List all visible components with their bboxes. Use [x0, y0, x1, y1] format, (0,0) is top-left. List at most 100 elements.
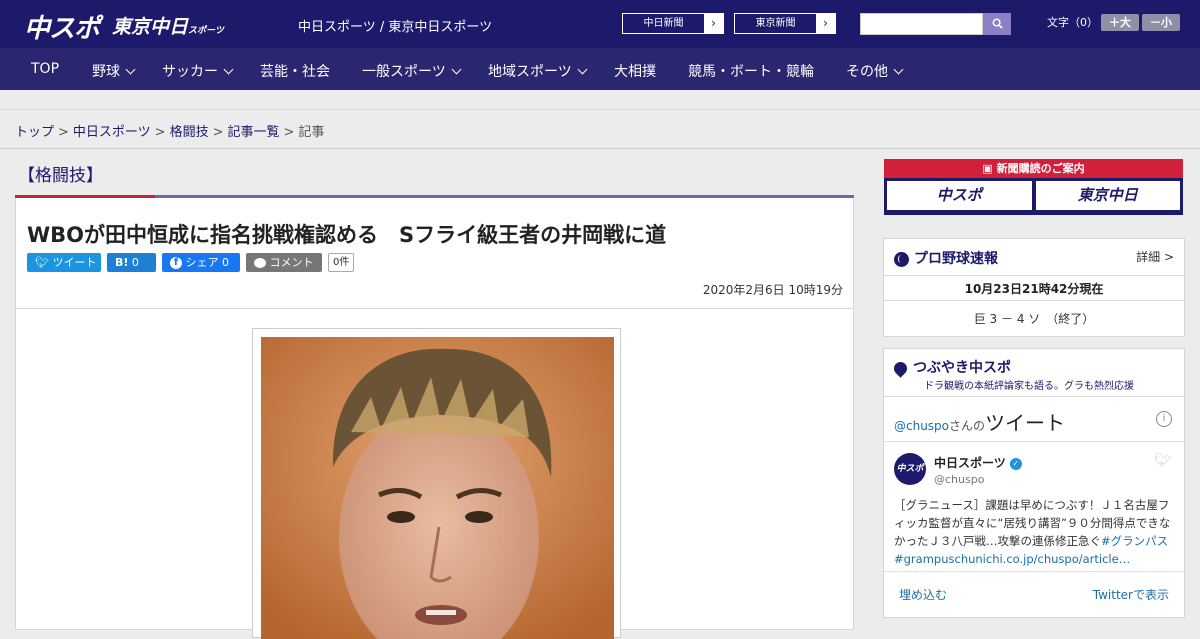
- tweets-handle-heading: @chuspoさんのツイート: [894, 407, 1065, 436]
- category-label[interactable]: 【格闘技】: [18, 161, 103, 186]
- breadcrumb-current: 記事: [298, 125, 325, 140]
- verified-icon: ✓: [1009, 457, 1022, 470]
- nav-label: 芸能・社会: [260, 64, 330, 80]
- chevron-down-icon: [223, 64, 234, 75]
- chevron-down-icon: [577, 64, 588, 75]
- megaphone-icon: [891, 358, 910, 378]
- nav-label: その他: [846, 64, 888, 80]
- nav-label: 大相撲: [614, 64, 656, 80]
- nav-label: サッカー: [162, 64, 218, 80]
- chuspo-subscribe-logo[interactable]: 中スポ: [887, 181, 1032, 210]
- search-button[interactable]: [983, 13, 1011, 35]
- breadcrumb-martial-arts[interactable]: 格闘技: [170, 125, 209, 140]
- nav-item-local-sports[interactable]: 地域スポーツ: [488, 61, 588, 81]
- comment-label: コメント: [269, 256, 314, 269]
- font-size-label: 文字（0）: [1047, 16, 1098, 29]
- nav-item-entertainment[interactable]: 芸能・社会: [260, 61, 330, 81]
- chevron-right-icon: ›: [704, 14, 723, 33]
- tokyo-shimbun-link[interactable]: 東京新聞 ›: [734, 13, 836, 34]
- facebook-count: 0: [222, 256, 229, 269]
- tweet-link[interactable]: #grampuschunichi.co.jp/chuspo/article…: [894, 552, 1130, 566]
- twitter-bird-icon[interactable]: 🐦︎: [1154, 453, 1172, 469]
- nav-item-baseball[interactable]: 野球: [92, 61, 136, 81]
- tweet-button[interactable]: 🐦︎ ツイート: [27, 253, 101, 272]
- divider: [884, 396, 1184, 397]
- nav-item-top[interactable]: TOP: [31, 61, 59, 77]
- breadcrumb-article-list[interactable]: 記事一覧: [228, 125, 280, 140]
- tokyo-chunichi-logo[interactable]: 東京中日スポーツ: [112, 12, 224, 39]
- tokyo-chunichi-subscribe-logo[interactable]: 東京中日: [1035, 181, 1180, 210]
- facebook-share-button[interactable]: f シェア 0: [162, 253, 240, 272]
- article-divider: [16, 308, 853, 309]
- tweets-heading: ツイート: [985, 411, 1066, 435]
- portrait-illustration: [261, 337, 614, 639]
- search-input[interactable]: [860, 13, 983, 35]
- chevron-down-icon: [893, 64, 904, 75]
- breadcrumb-separator: >: [58, 125, 69, 140]
- font-bigger-button[interactable]: ＋大: [1101, 14, 1139, 31]
- divider: [884, 571, 1184, 572]
- article-photo[interactable]: [261, 337, 614, 639]
- tweets-title-text: つぶやき中スポ: [913, 360, 1011, 376]
- view-on-twitter-link[interactable]: Twitterで表示: [1093, 586, 1169, 603]
- breadcrumb: トップ > 中日スポーツ > 格闘技 > 記事一覧 > 記事: [15, 121, 324, 140]
- font-smaller-button[interactable]: －小: [1142, 14, 1180, 31]
- hatena-count: 0: [131, 256, 139, 269]
- account-name-text: 中日スポーツ: [934, 456, 1006, 470]
- nav-label: 地域スポーツ: [488, 64, 572, 80]
- comment-count: 0件: [328, 253, 355, 272]
- tokyo-logo-text: 東京中日: [112, 16, 189, 38]
- tokyo-shimbun-label: 東京新聞: [755, 18, 796, 29]
- hatena-icon: B!: [115, 256, 129, 269]
- tweets-handle-link[interactable]: @chuspo: [894, 419, 949, 433]
- avatar[interactable]: 中スポ: [894, 453, 926, 485]
- hatena-bookmark-button[interactable]: B! 0: [107, 253, 156, 272]
- tweet-hashtag[interactable]: #グランパス: [1101, 534, 1168, 548]
- chevron-right-icon: ›: [816, 14, 835, 33]
- top-header: 中スポ 東京中日スポーツ 中日スポーツ / 東京中日スポーツ 中日新聞 › 東京…: [0, 0, 1200, 48]
- nav-item-other[interactable]: その他: [846, 61, 904, 81]
- breadcrumb-separator: >: [154, 125, 166, 140]
- tweets-handle-suffix: さんの: [949, 419, 986, 433]
- nav-label: 一般スポーツ: [362, 64, 446, 80]
- breadcrumb-separator: >: [283, 125, 295, 140]
- chunichi-shimbun-link[interactable]: 中日新聞 ›: [622, 13, 724, 34]
- baseball-title-text: プロ野球速報: [914, 251, 998, 267]
- tweet-text: ［グラニュース］課題は早めにつぶす！Ｊ１名古屋フィッカ監督が直々に“居残り講習”…: [894, 496, 1176, 568]
- newspaper-icon: ▣: [982, 162, 993, 175]
- twitter-widget: つぶやき中スポ ドラ観戦の本紙評論家も語る。グラも熱烈応援 @chuspoさんの…: [883, 348, 1185, 618]
- subscription-heading: ▣ 新聞購読のご案内: [884, 159, 1183, 178]
- nav-label: 競馬・ボート・競輪: [688, 64, 814, 80]
- article-photo-frame: [252, 328, 621, 639]
- breadcrumb-top[interactable]: トップ: [15, 125, 54, 140]
- comment-icon: [254, 258, 266, 268]
- breadcrumb-separator: >: [212, 125, 224, 140]
- chuspo-logo[interactable]: 中スポ: [24, 8, 100, 45]
- nav-label: TOP: [31, 61, 60, 77]
- facebook-share-label: シェア: [185, 256, 219, 269]
- tweets-title: つぶやき中スポ: [891, 357, 1011, 378]
- embed-link[interactable]: 埋め込む: [899, 586, 947, 603]
- tweet-account-handle[interactable]: @chuspo: [934, 473, 984, 486]
- subscription-logos: 中スポ 東京中日: [884, 178, 1183, 213]
- breadcrumb-chunichi-sports[interactable]: 中日スポーツ: [73, 125, 151, 140]
- nav-item-general-sports[interactable]: 一般スポーツ: [362, 61, 462, 81]
- subscription-banner[interactable]: ▣ 新聞購読のご案内 中スポ 東京中日: [884, 159, 1183, 215]
- subscription-heading-text: 新聞購読のご案内: [996, 162, 1085, 175]
- baseball-detail-link[interactable]: 詳細 >: [1136, 248, 1174, 265]
- baseball-score-line[interactable]: 巨 3 － 4 ソ （終了）: [884, 310, 1184, 327]
- nav-item-sumo[interactable]: 大相撲: [614, 61, 656, 81]
- site-title: 中日スポーツ / 東京中日スポーツ: [298, 20, 493, 35]
- baseball-timestamp: 10月23日21時42分現在: [964, 282, 1104, 296]
- share-buttons: 🐦︎ ツイート B! 0 f シェア 0 コメント 0件: [27, 253, 355, 272]
- tweet-account-name[interactable]: 中日スポーツ ✓: [934, 454, 1022, 471]
- baseball-scores-widget: プロ野球速報 詳細 > 10月23日21時42分現在 巨 3 － 4 ソ （終了…: [883, 238, 1185, 337]
- info-icon[interactable]: i: [1156, 411, 1172, 427]
- nav-item-racing[interactable]: 競馬・ボート・競輪: [688, 61, 814, 81]
- nav-label: 野球: [92, 64, 120, 80]
- breadcrumb-bar: トップ > 中日スポーツ > 格闘技 > 記事一覧 > 記事: [0, 111, 1200, 149]
- twitter-icon: 🐦︎: [35, 256, 49, 269]
- article-card: WBOが田中恒成に指名挑戦権認める Sフライ級王者の井岡戦に道 🐦︎ ツイート …: [15, 198, 854, 639]
- comment-button[interactable]: コメント: [246, 253, 322, 272]
- nav-item-soccer[interactable]: サッカー: [162, 61, 234, 81]
